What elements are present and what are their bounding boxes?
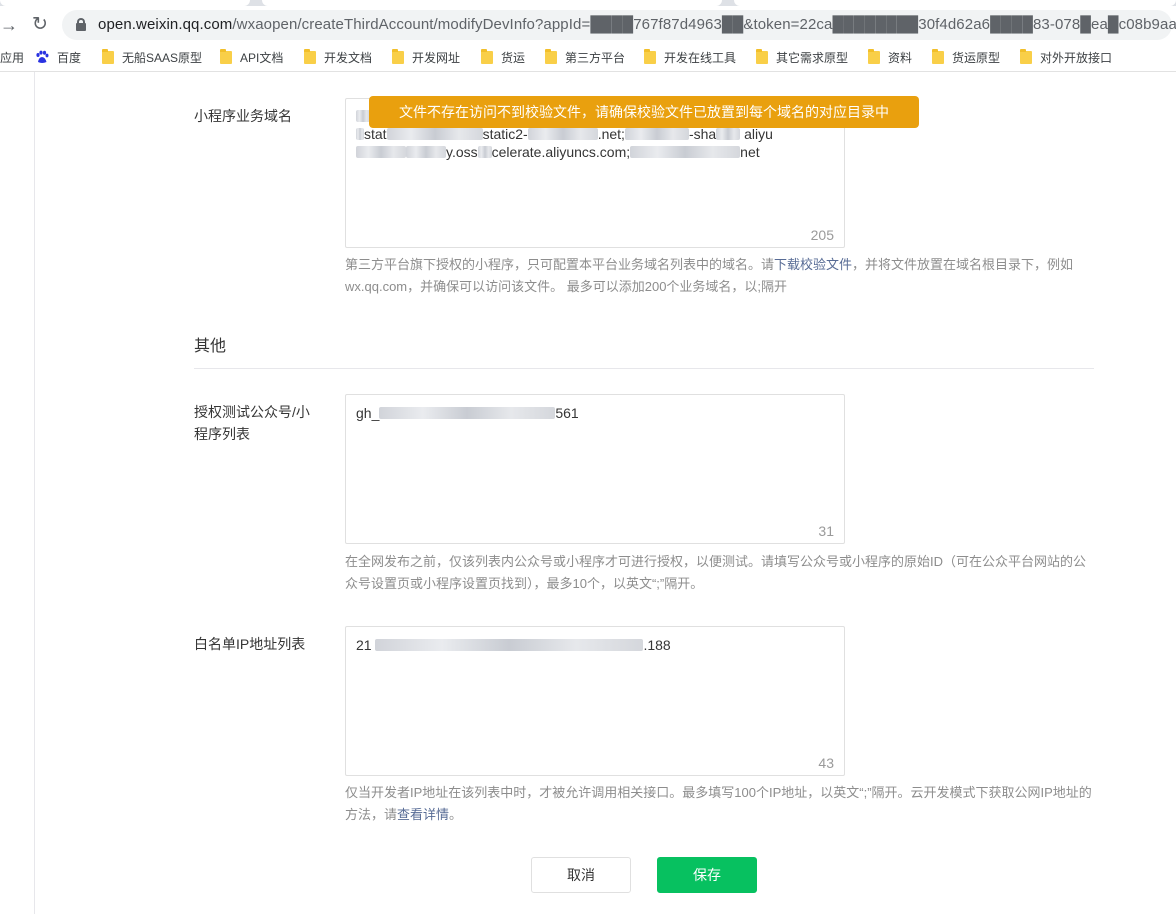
content-border [34, 72, 35, 914]
bookmark-folder[interactable]: 资料 [868, 49, 912, 68]
folder-icon [102, 49, 114, 64]
bookmark-folder[interactable]: 其它需求原型 [756, 49, 848, 68]
test-accounts-hint: 在全网发布之前，仅该列表内公众号或小程序才可进行授权，以便测试。请填写公众号或小… [345, 554, 1087, 591]
bookmark-apps[interactable]: 应用 [0, 50, 24, 68]
view-details-link[interactable]: 查看详情 [397, 807, 449, 822]
baidu-icon [36, 50, 49, 63]
test-accounts-value: gh_ 561 [356, 405, 579, 421]
ip-whitelist-value: 21 .188 [356, 637, 671, 653]
folder-icon [481, 49, 493, 64]
business-domain-label: 小程序业务域名 [194, 108, 292, 124]
bookmark-folder[interactable]: API文档 [220, 49, 283, 68]
ip-whitelist-textarea[interactable]: 21 .188 43 [345, 626, 845, 776]
test-accounts-label: 授权测试公众号/小程序列表 [194, 404, 310, 442]
ip-whitelist-hint: 仅当开发者IP地址在该列表中时，才被允许调用相关接口。最多填写100个IP地址，… [345, 785, 1092, 822]
section-divider [194, 368, 1094, 369]
folder-icon [220, 49, 232, 64]
bookmark-folder[interactable]: 对外开放接口 [1020, 49, 1112, 68]
address-bar[interactable]: open.weixin.qq.com/wxaopen/createThirdAc… [62, 10, 1176, 40]
folder-icon [304, 49, 316, 64]
forward-arrow-icon[interactable]: → [0, 14, 18, 36]
browser-toolbar: → ↻ open.weixin.qq.com/wxaopen/createThi… [0, 6, 1176, 44]
folder-icon [932, 49, 944, 64]
test-accounts-textarea[interactable]: gh_ 561 31 [345, 394, 845, 544]
folder-icon [868, 49, 880, 64]
error-toast: 文件不存在访问不到校验文件，请确保校验文件已放置到每个域名的对应目录中 [369, 96, 919, 128]
download-verify-file-link[interactable]: 下载校验文件 [774, 257, 852, 272]
reload-icon[interactable]: ↻ [32, 14, 48, 36]
bookmarks-bar: 应用 百度 无船SAAS原型 API文档 开发文档 开发网址 货运 第三方平台 … [0, 44, 1176, 72]
bookmark-folder[interactable]: 开发网址 [392, 49, 460, 68]
business-domain-hint: 第三方平台旗下授权的小程序，只可配置本平台业务域名列表中的域名。请下载校验文件，… [345, 257, 1074, 294]
bookmark-folder[interactable]: 货运原型 [932, 49, 1000, 68]
test-accounts-char-count: 31 [818, 523, 834, 539]
save-button[interactable]: 保存 [657, 857, 757, 893]
ip-whitelist-char-count: 43 [818, 755, 834, 771]
url-text[interactable]: open.weixin.qq.com/wxaopen/createThirdAc… [98, 16, 1176, 33]
business-domain-char-count: 205 [810, 227, 834, 243]
bookmark-folder[interactable]: 开发在线工具 [644, 49, 736, 68]
bookmark-folder[interactable]: 第三方平台 [545, 49, 625, 68]
folder-icon [392, 49, 404, 64]
ip-whitelist-label: 白名单IP地址列表 [194, 636, 306, 652]
cancel-button[interactable]: 取消 [531, 857, 631, 893]
lock-icon[interactable] [76, 18, 86, 31]
folder-icon [756, 49, 768, 64]
bookmark-baidu[interactable]: 百度 [35, 50, 81, 68]
folder-icon [545, 49, 557, 64]
folder-icon [644, 49, 656, 64]
section-title-other: 其他 [194, 338, 227, 355]
folder-icon [1020, 49, 1032, 64]
bookmark-folder[interactable]: 货运 [481, 49, 525, 68]
bookmark-folder[interactable]: 无船SAAS原型 [102, 49, 202, 68]
dev-info-form-page: 文件不存在访问不到校验文件，请确保校验文件已放置到每个域名的对应目录中 小程序业… [0, 72, 1176, 914]
bookmark-folder[interactable]: 开发文档 [304, 49, 372, 68]
